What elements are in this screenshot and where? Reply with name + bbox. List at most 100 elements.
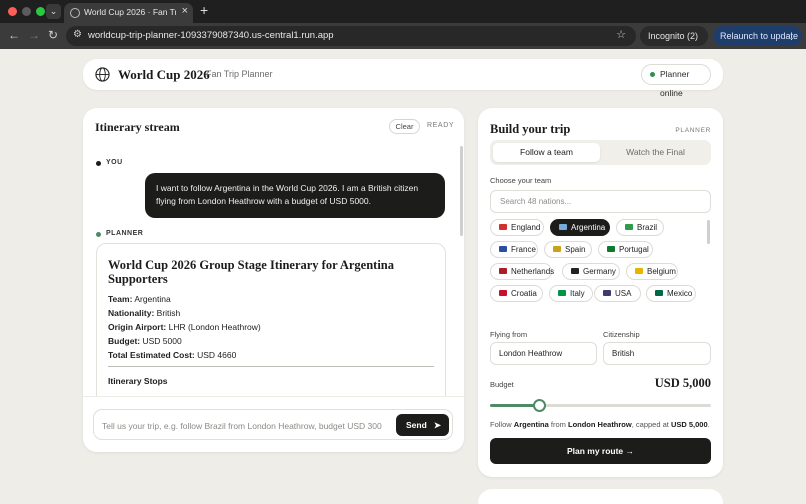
tab-search-chevron-icon[interactable]: ⌄: [46, 4, 61, 19]
flag-icon: [635, 268, 643, 274]
flag-icon: [603, 290, 611, 296]
incognito-label: Incognito (2): [648, 31, 699, 41]
secondary-card: [478, 489, 723, 504]
team-chip-germany[interactable]: Germany: [562, 263, 620, 280]
minimize-window-button[interactable]: [22, 7, 31, 16]
plan-route-label: Plan my route: [566, 446, 624, 456]
budget-slider[interactable]: [490, 399, 711, 412]
url-text: worldcup-trip-planner-1093379087340.us-c…: [88, 30, 334, 41]
forward-icon[interactable]: →: [28, 28, 40, 42]
plan-route-button[interactable]: Plan my route →: [490, 438, 711, 464]
flying-from-label: Flying from: [490, 330, 528, 339]
tab-close-icon[interactable]: ×: [182, 5, 188, 17]
planner-role-label: PLANNER: [96, 230, 143, 237]
browser-tab[interactable]: World Cup 2026 · Fan Trip Pl... ×: [64, 3, 193, 23]
new-tab-button[interactable]: +: [200, 2, 208, 18]
trip-builder-panel: Build your trip PLANNER Follow a team Wa…: [478, 108, 723, 477]
close-window-button[interactable]: [8, 7, 17, 16]
team-chip-label: Belgium: [647, 267, 676, 276]
team-chip-portugal[interactable]: Portugal: [598, 241, 653, 258]
itinerary-title: World Cup 2026 Group Stage Itinerary for…: [108, 258, 395, 286]
itinerary-card: World Cup 2026 Group Stage Itinerary for…: [96, 243, 446, 418]
team-chip-argentina[interactable]: Argentina: [550, 219, 610, 236]
citizenship-field[interactable]: British: [603, 342, 711, 365]
team-chip-france[interactable]: France: [490, 241, 538, 258]
team-chip-netherlands[interactable]: Netherlands: [490, 263, 554, 280]
globe-favicon-icon: [70, 8, 80, 18]
team-chip-list: England Argentina Brazil France Spain Portuga…: [490, 219, 704, 312]
flag-icon: [559, 224, 567, 230]
address-bar[interactable]: ⚙ worldcup-trip-planner-1093379087340.us…: [66, 26, 636, 46]
trip-prompt-input[interactable]: Tell us your trip, e.g. follow Brazil fr…: [93, 409, 453, 440]
team-chip-spain[interactable]: Spain: [544, 241, 592, 258]
itinerary-stream-panel: Itinerary stream Clear READY YOU I want …: [83, 108, 464, 452]
flag-icon: [655, 290, 663, 296]
citizenship-label: Citizenship: [603, 330, 640, 339]
team-chip-label: Mexico: [667, 289, 693, 298]
team-chip-usa[interactable]: USA: [594, 285, 641, 302]
bookmark-star-icon[interactable]: ☆: [616, 28, 626, 41]
relaunch-button[interactable]: Relaunch to update ⋮: [713, 26, 802, 46]
flag-icon: [558, 290, 566, 296]
team-chip-label: France: [511, 245, 536, 254]
flag-icon: [607, 246, 615, 252]
stops-heading: Itinerary Stops: [108, 376, 168, 386]
tab-title: World Cup 2026 · Fan Trip Pl...: [84, 7, 176, 17]
site-settings-icon[interactable]: ⚙: [73, 29, 82, 40]
planner-role-text: PLANNER: [106, 230, 144, 237]
team-chip-mexico[interactable]: Mexico: [646, 285, 696, 302]
stream-scrollbar[interactable]: [460, 146, 463, 236]
planner-status-badge: Planner online: [641, 64, 711, 98]
maximize-window-button[interactable]: [36, 7, 45, 16]
route-summary: Follow Argentina from London Heathrow, c…: [490, 420, 710, 429]
globe-icon: [95, 67, 110, 82]
team-chip-label: England: [511, 223, 541, 232]
flag-icon: [625, 224, 633, 230]
flag-icon: [499, 268, 507, 274]
team-chip-label: Croatia: [511, 289, 537, 298]
itinerary-field: Origin Airport: LHR (London Heathrow): [108, 322, 261, 332]
team-chip-label: Germany: [583, 267, 616, 276]
team-chip-label: USA: [615, 289, 632, 298]
user-dot-icon: [96, 161, 101, 166]
budget-slider-fill: [490, 404, 539, 407]
composer: Tell us your trip, e.g. follow Brazil fr…: [83, 396, 464, 452]
user-role-label: YOU: [96, 159, 123, 166]
builder-kicker: PLANNER: [675, 127, 711, 134]
status-label: Planner online: [660, 69, 690, 98]
team-chip-england[interactable]: England: [490, 219, 544, 236]
back-icon[interactable]: ←: [8, 28, 20, 42]
team-chip-croatia[interactable]: Croatia: [490, 285, 543, 302]
reload-icon[interactable]: ↻: [48, 28, 58, 42]
incognito-indicator[interactable]: Incognito (2): [640, 26, 708, 46]
budget-label: Budget: [490, 380, 514, 389]
itinerary-field: Team: Argentina: [108, 294, 171, 304]
send-label: Send: [406, 420, 427, 430]
itinerary-field: Budget: USD 5000: [108, 336, 182, 346]
team-label: Choose your team: [490, 176, 552, 185]
browser-toolbar: ← → ↻ ⚙ worldcup-trip-planner-1093379087…: [0, 23, 806, 49]
status-dot-icon: [650, 72, 655, 77]
team-list-scrollbar[interactable]: [707, 220, 710, 244]
clear-button[interactable]: Clear: [389, 119, 420, 134]
send-button[interactable]: Send ➤: [396, 414, 449, 436]
flying-from-field[interactable]: London Heathrow: [490, 342, 597, 365]
planner-dot-icon: [96, 232, 101, 237]
brand-subtitle: Fan Trip Planner: [206, 69, 273, 79]
team-chip-brazil[interactable]: Brazil: [616, 219, 664, 236]
itinerary-field: Total Estimated Cost: USD 4660: [108, 350, 237, 360]
arrow-right-icon: →: [625, 446, 635, 456]
flag-icon: [571, 268, 579, 274]
menu-icon[interactable]: ⋮: [787, 26, 796, 46]
app-header: World Cup 2026 Fan Trip Planner Planner …: [83, 59, 723, 98]
brand-title: World Cup 2026: [118, 67, 210, 82]
tab-watch-final[interactable]: Watch the Final: [602, 143, 709, 162]
itinerary-field: Nationality: British: [108, 308, 181, 318]
budget-slider-thumb[interactable]: [532, 399, 546, 412]
team-chip-label: Italy: [570, 289, 585, 298]
team-chip-italy[interactable]: Italy: [549, 285, 593, 302]
tab-follow-team[interactable]: Follow a team: [493, 143, 600, 162]
team-chip-belgium[interactable]: Belgium: [626, 263, 678, 280]
flag-icon: [499, 224, 507, 230]
team-search-input[interactable]: Search 48 nations...: [490, 190, 711, 213]
